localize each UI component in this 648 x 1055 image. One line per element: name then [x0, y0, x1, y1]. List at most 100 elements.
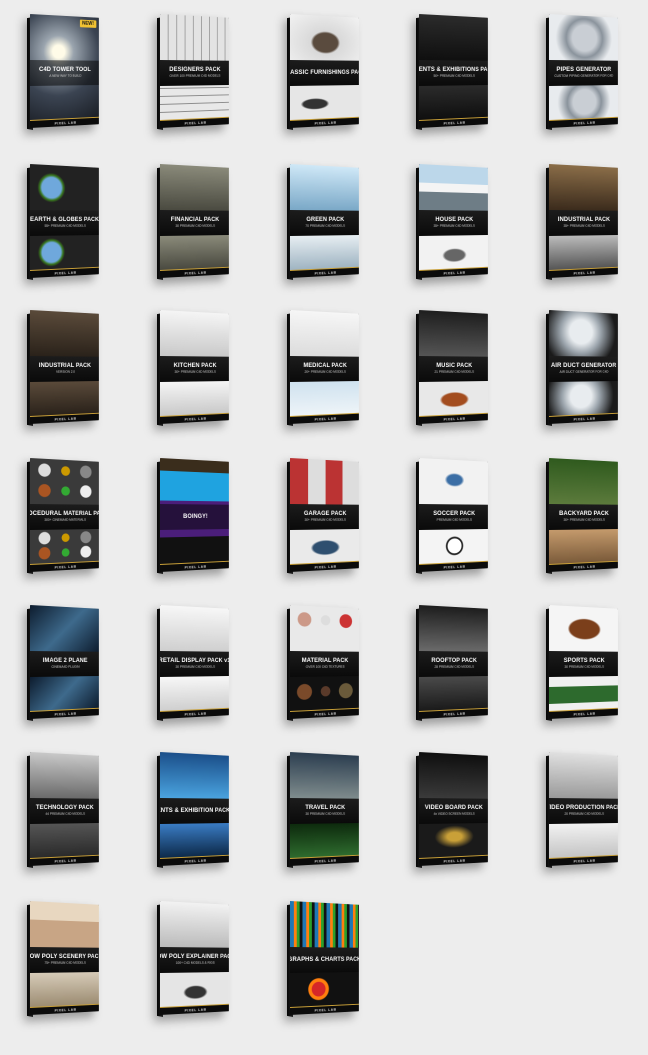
- product-box[interactable]: MUSIC PACK 21 PREMIUM C4D MODELS PIXEL LAB: [416, 302, 546, 450]
- cover-image-bottom: [419, 676, 488, 711]
- product-title: CLASSIC FURNISHINGS PACK: [290, 70, 359, 77]
- product-title: PIPES GENERATOR: [556, 67, 611, 73]
- product-cover: DESIGNERS PACK OVER 100 PREMIUM C4D MODEL…: [160, 14, 229, 128]
- product-box[interactable]: PROCEDURAL MATERIAL PACK 300+ CINEMA4D MA…: [27, 450, 157, 598]
- product-box[interactable]: PIPES GENERATOR CUSTOM PIPING GENERATOR F…: [546, 6, 648, 154]
- cover-image-top: [419, 164, 488, 211]
- cover-image-top: [160, 752, 229, 799]
- cover-image-top: [549, 605, 618, 652]
- product-box[interactable]: INDUSTRIAL PACK 35+ PREMIUM C4D MODELS PIX…: [546, 156, 648, 304]
- title-band: KITCHEN PACK 30+ PREMIUM C4D MODELS: [160, 356, 229, 382]
- product-box[interactable]: BOINGY! PIXEL LAB: [157, 450, 287, 598]
- product-cover: TECHNOLOGY PACK 44 PREMIUM C4D MODELS PIXE…: [30, 752, 99, 866]
- product-title: VIDEO BOARD PACK: [425, 805, 483, 811]
- product-subtitle: 28 PREMIUM C4D MODELS: [434, 666, 474, 670]
- cover-image-bottom: [549, 85, 618, 120]
- product-subtitle: 100+ C4D MODELS & RIGS: [176, 962, 215, 966]
- product-box[interactable]: TECHNOLOGY PACK 44 PREMIUM C4D MODELS PIXE…: [27, 744, 157, 892]
- product-title: TECHNOLOGY PACK: [36, 805, 94, 811]
- product-subtitle: 44 PREMIUM C4D MODELS: [45, 813, 85, 817]
- product-box[interactable]: EVENTS & EXHIBITIONS PACK 50+ PREMIUM C4D…: [416, 6, 546, 154]
- product-subtitle: VERSION 2.0: [56, 371, 75, 375]
- product-cover: MEDICAL PACK 20+ PREMIUM C4D MODELS PIXEL …: [290, 310, 359, 424]
- product-box[interactable]: EARTH & GLOBES PACK 55+ PREMIUM C4D MODEL…: [27, 156, 157, 304]
- cover-image-top: [419, 458, 488, 505]
- product-title: PROCEDURAL MATERIAL PACK: [30, 511, 99, 518]
- title-band: PIPES GENERATOR CUSTOM PIPING GENERATOR F…: [549, 60, 618, 86]
- cover-image-top: [549, 458, 618, 505]
- title-band: BACKYARD PACK 30+ PREMIUM C4D MODELS: [549, 504, 618, 530]
- product-cover: VIDEO PRODUCTION PACK 20 PREMIUM C4D MODE…: [549, 752, 618, 866]
- product-box[interactable]: SOCCER PACK PREMIUM C4D MODELS PIXEL LAB: [416, 450, 546, 598]
- product-cover: ROOFTOP PACK 28 PREMIUM C4D MODELS PIXEL L…: [419, 605, 488, 719]
- product-box[interactable]: INDUSTRIAL PACK VERSION 2.0 PIXEL LAB: [27, 302, 157, 450]
- title-band: TRAVEL PACK 30 PREMIUM C4D MODELS: [290, 798, 359, 824]
- product-cover: EARTH & GLOBES PACK 55+ PREMIUM C4D MODEL…: [30, 164, 99, 278]
- product-title: DESIGNERS PACK: [169, 67, 220, 73]
- product-box[interactable]: IMAGE 2 PLANE CINEMA4D PLUGIN PIXEL LAB: [27, 597, 157, 745]
- cover-image-bottom: [160, 676, 229, 711]
- product-box[interactable]: DESIGNERS PACK OVER 100 PREMIUM C4D MODEL…: [157, 6, 287, 154]
- product-subtitle: 55+ PREMIUM C4D MODELS: [44, 225, 85, 229]
- product-box[interactable]: VIDEO BOARD PACK 4x VIDEO SCREEN MODELS PI…: [416, 744, 546, 892]
- product-box[interactable]: SPORTS PACK 30 PREMIUM C4D MODELS PIXEL LA…: [546, 597, 648, 745]
- cover-image-bottom: [290, 85, 359, 120]
- title-band: GREEN PACK 70 PREMIUM C4D MODELS: [290, 210, 359, 236]
- cover-image-bottom: [549, 381, 618, 416]
- product-box[interactable]: KITCHEN PACK 30+ PREMIUM C4D MODELS PIXEL …: [157, 302, 287, 450]
- product-box[interactable]: GRAPHS & CHARTS PACK PIXEL LAB: [287, 893, 417, 1041]
- product-box[interactable]: VIDEO PRODUCTION PACK 20 PREMIUM C4D MODE…: [546, 744, 648, 892]
- product-title: MATERIAL PACK: [302, 658, 349, 664]
- cover-image-top: [290, 752, 359, 799]
- product-box[interactable]: FINANCIAL PACK 30 PREMIUM C4D MODELS PIXEL…: [157, 156, 287, 304]
- title-band: TECHNOLOGY PACK 44 PREMIUM C4D MODELS: [30, 798, 99, 824]
- cover-image-top: [419, 310, 488, 357]
- product-title: INDUSTRIAL PACK: [39, 363, 91, 369]
- cover-image-bottom: [549, 235, 618, 270]
- product-box[interactable]: GREEN PACK 70 PREMIUM C4D MODELS PIXEL LAB: [287, 156, 417, 304]
- product-box[interactable]: EVENTS & EXHIBITION PACK 2.0PIXEL LAB: [157, 744, 287, 892]
- title-band: RETAIL DISPLAY PACK v1 30 PREMIUM C4D MOD…: [160, 651, 229, 677]
- product-box[interactable]: ROOFTOP PACK 28 PREMIUM C4D MODELS PIXEL L…: [416, 597, 546, 745]
- product-box[interactable]: MATERIAL PACK OVER 100 C4D TEXTURES PIXEL …: [287, 597, 417, 745]
- cover-image-bottom: [290, 823, 359, 858]
- product-cover: INDUSTRIAL PACK 35+ PREMIUM C4D MODELS PIX…: [549, 164, 618, 278]
- product-box[interactable]: MEDICAL PACK 20+ PREMIUM C4D MODELS PIXEL …: [287, 302, 417, 450]
- product-cover: SOCCER PACK PREMIUM C4D MODELS PIXEL LAB: [419, 458, 488, 572]
- cover-image-top: [160, 164, 229, 211]
- product-title: EVENTS & EXHIBITIONS PACK: [419, 67, 488, 74]
- title-band: CLASSIC FURNISHINGS PACK: [290, 60, 359, 86]
- product-box[interactable]: AIR DUCT GENERATOR AIR DUCT GENERATOR FOR…: [546, 302, 648, 450]
- cover-image-top: [290, 164, 359, 211]
- product-cover: PROCEDURAL MATERIAL PACK 300+ CINEMA4D MA…: [30, 458, 99, 572]
- product-box[interactable]: LOW POLY SCENERY PACK 75+ PREMIUM C4D MOD…: [27, 893, 157, 1041]
- product-box[interactable]: TRAVEL PACK 30 PREMIUM C4D MODELS PIXEL LA…: [287, 744, 417, 892]
- cover-image-top: [290, 310, 359, 357]
- product-box[interactable]: GARAGE PACK 30+ PREMIUM C4D MODELS PIXEL L…: [287, 450, 417, 598]
- product-box[interactable]: HOUSE PACK 35+ PREMIUM C4D MODELS PIXEL LA…: [416, 156, 546, 304]
- product-title: GARAGE PACK: [304, 511, 347, 517]
- title-band: GRAPHS & CHARTS PACK: [290, 947, 359, 973]
- product-cover: BOINGY! PIXEL LAB: [160, 458, 229, 572]
- product-box[interactable]: CLASSIC FURNISHINGS PACK PIXEL LAB: [287, 6, 417, 154]
- product-title: FINANCIAL PACK: [171, 217, 219, 223]
- cover-image-bottom: [30, 823, 99, 858]
- product-subtitle: PREMIUM C4D MODELS: [437, 519, 472, 523]
- product-box[interactable]: LOW POLY EXPLAINER PACK 100+ C4D MODELS &…: [157, 893, 287, 1041]
- product-box[interactable]: C4D TOWER TOOL A NEW WAY TO BUILD PIXEL LA…: [27, 6, 157, 154]
- title-band: BOINGY!: [160, 504, 229, 530]
- title-band: DESIGNERS PACK OVER 100 PREMIUM C4D MODEL…: [160, 60, 229, 86]
- cover-image-top: [549, 310, 618, 357]
- product-box[interactable]: RETAIL DISPLAY PACK v1 30 PREMIUM C4D MOD…: [157, 597, 287, 745]
- product-title: VIDEO PRODUCTION PACK: [549, 805, 618, 812]
- title-band: VIDEO BOARD PACK 4x VIDEO SCREEN MODELS: [419, 798, 488, 824]
- product-subtitle: 30 PREMIUM C4D MODELS: [305, 813, 345, 817]
- cover-image-bottom: [290, 381, 359, 416]
- product-title: LOW POLY SCENERY PACK: [30, 954, 99, 961]
- title-band: LOW POLY EXPLAINER PACK 100+ C4D MODELS &…: [160, 947, 229, 973]
- title-band: MUSIC PACK 21 PREMIUM C4D MODELS: [419, 356, 488, 382]
- title-band: EARTH & GLOBES PACK 55+ PREMIUM C4D MODEL…: [30, 210, 99, 236]
- product-title: MUSIC PACK: [436, 363, 472, 369]
- product-box[interactable]: BACKYARD PACK 30+ PREMIUM C4D MODELS PIXEL…: [546, 450, 648, 598]
- product-cover: MATERIAL PACK OVER 100 C4D TEXTURES PIXEL …: [290, 605, 359, 719]
